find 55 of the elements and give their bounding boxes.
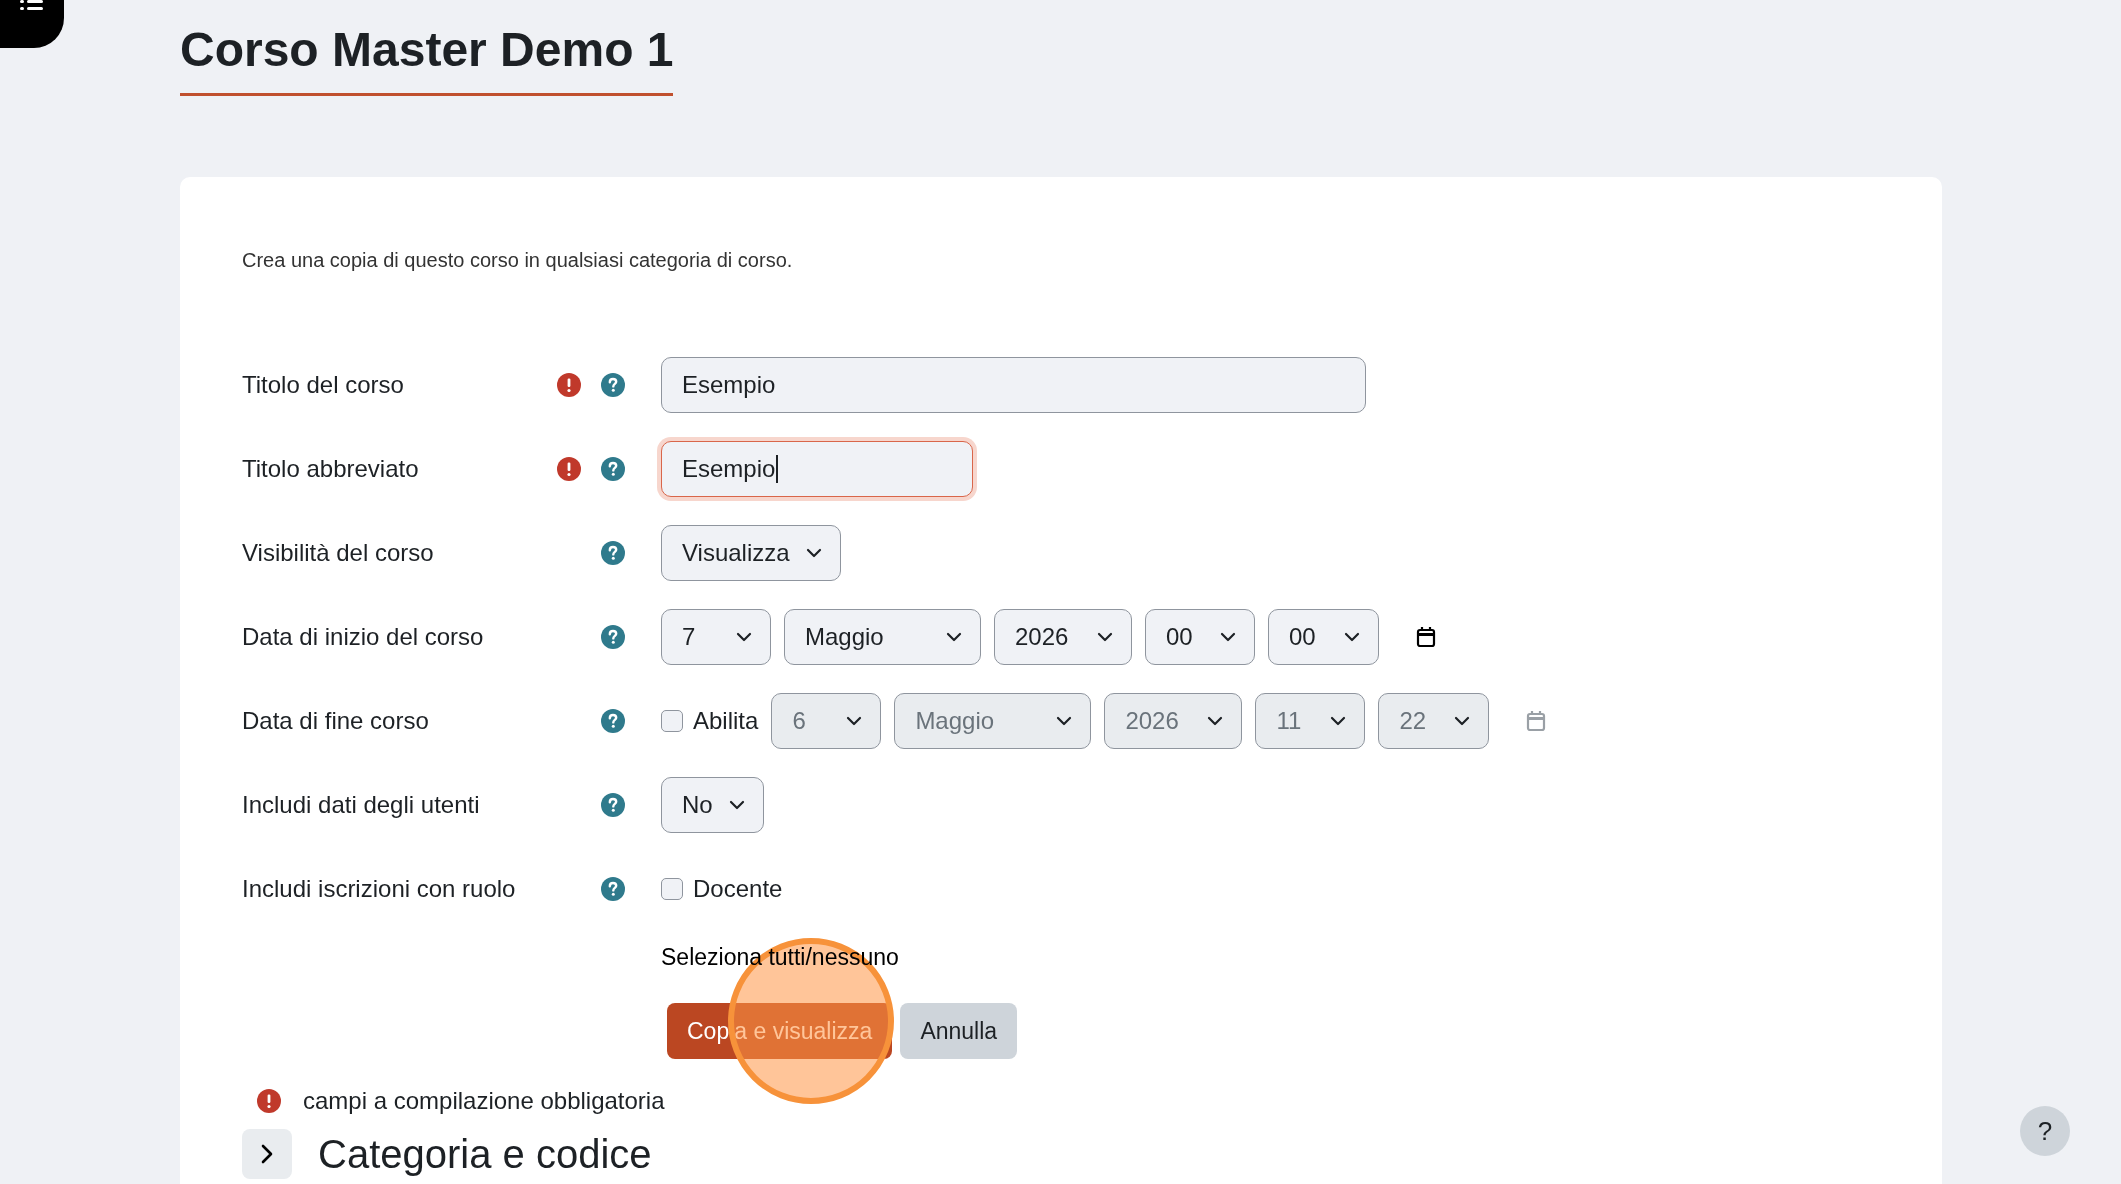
chevron-down-icon [1330,716,1347,726]
select-field[interactable]: 2026 [1104,693,1243,749]
field-label: Includi iscrizioni con ruolo [242,875,517,903]
chevron-down-icon [946,632,962,642]
calendar-icon[interactable] [1416,626,1436,648]
select-field[interactable]: Visualizza [661,525,841,581]
select-field[interactable]: 11 [1255,693,1366,749]
required-icon [257,1089,281,1113]
checkbox[interactable] [661,710,683,732]
cancel-button[interactable]: Annulla [900,1003,1018,1059]
checkbox-label: Docente [693,875,783,903]
field-label: Titolo del corso [242,371,405,399]
chevron-down-icon [1056,716,1073,726]
select-field[interactable]: 6 [771,693,882,749]
page-title: Corso Master Demo 1 [180,0,674,96]
field-label: Includi dati degli utenti [242,791,481,819]
select-field[interactable]: 22 [1378,693,1490,749]
field-label: Visibilità del corso [242,539,435,567]
field-label: Data di inizio del corso [242,623,485,651]
chevron-down-icon [736,632,752,642]
chevron-down-icon [805,548,822,558]
chevron-down-icon [1454,716,1471,726]
select-field[interactable]: 2026 [994,609,1132,665]
select-all-link[interactable]: Seleziona tutti/nessuno [661,944,899,971]
help-icon[interactable] [601,373,625,397]
checkbox[interactable] [661,878,683,900]
select-field[interactable]: Maggio [894,693,1092,749]
description: Crea una copia di questo corso in qualsiasi categoria di corso. [242,249,794,272]
expand-toggle[interactable] [242,1129,292,1179]
text-field[interactable]: Esempio [661,357,1366,413]
help-button[interactable]: ? [2020,1106,2070,1156]
required-note: campi a compilazione obbligatoria [303,1087,665,1115]
chevron-down-icon [728,800,745,810]
checkbox-label: Abilita [693,707,759,735]
select-field[interactable]: Maggio [784,609,981,665]
select-field[interactable]: No [661,777,764,833]
select-field[interactable]: 00 [1145,609,1255,665]
help-icon[interactable] [601,877,625,901]
chevron-down-icon [1220,632,1236,642]
chevron-down-icon [1207,716,1224,726]
chevron-down-icon [846,716,863,726]
help-icon[interactable] [601,709,625,733]
chevron-down-icon [1344,632,1360,642]
field-label: Titolo abbreviato [242,455,420,483]
drawer-toggle[interactable] [0,0,64,48]
help-icon[interactable] [601,541,625,565]
field-label: Data di fine corso [242,707,430,735]
select-field[interactable]: 7 [661,609,771,665]
help-icon[interactable] [601,793,625,817]
chevron-down-icon [1097,632,1113,642]
select-field[interactable]: 00 [1268,609,1379,665]
chevron-right-icon [261,1144,273,1164]
help-icon[interactable] [601,457,625,481]
section-heading: Categoria e codice [318,1132,652,1176]
help-icon[interactable] [601,625,625,649]
